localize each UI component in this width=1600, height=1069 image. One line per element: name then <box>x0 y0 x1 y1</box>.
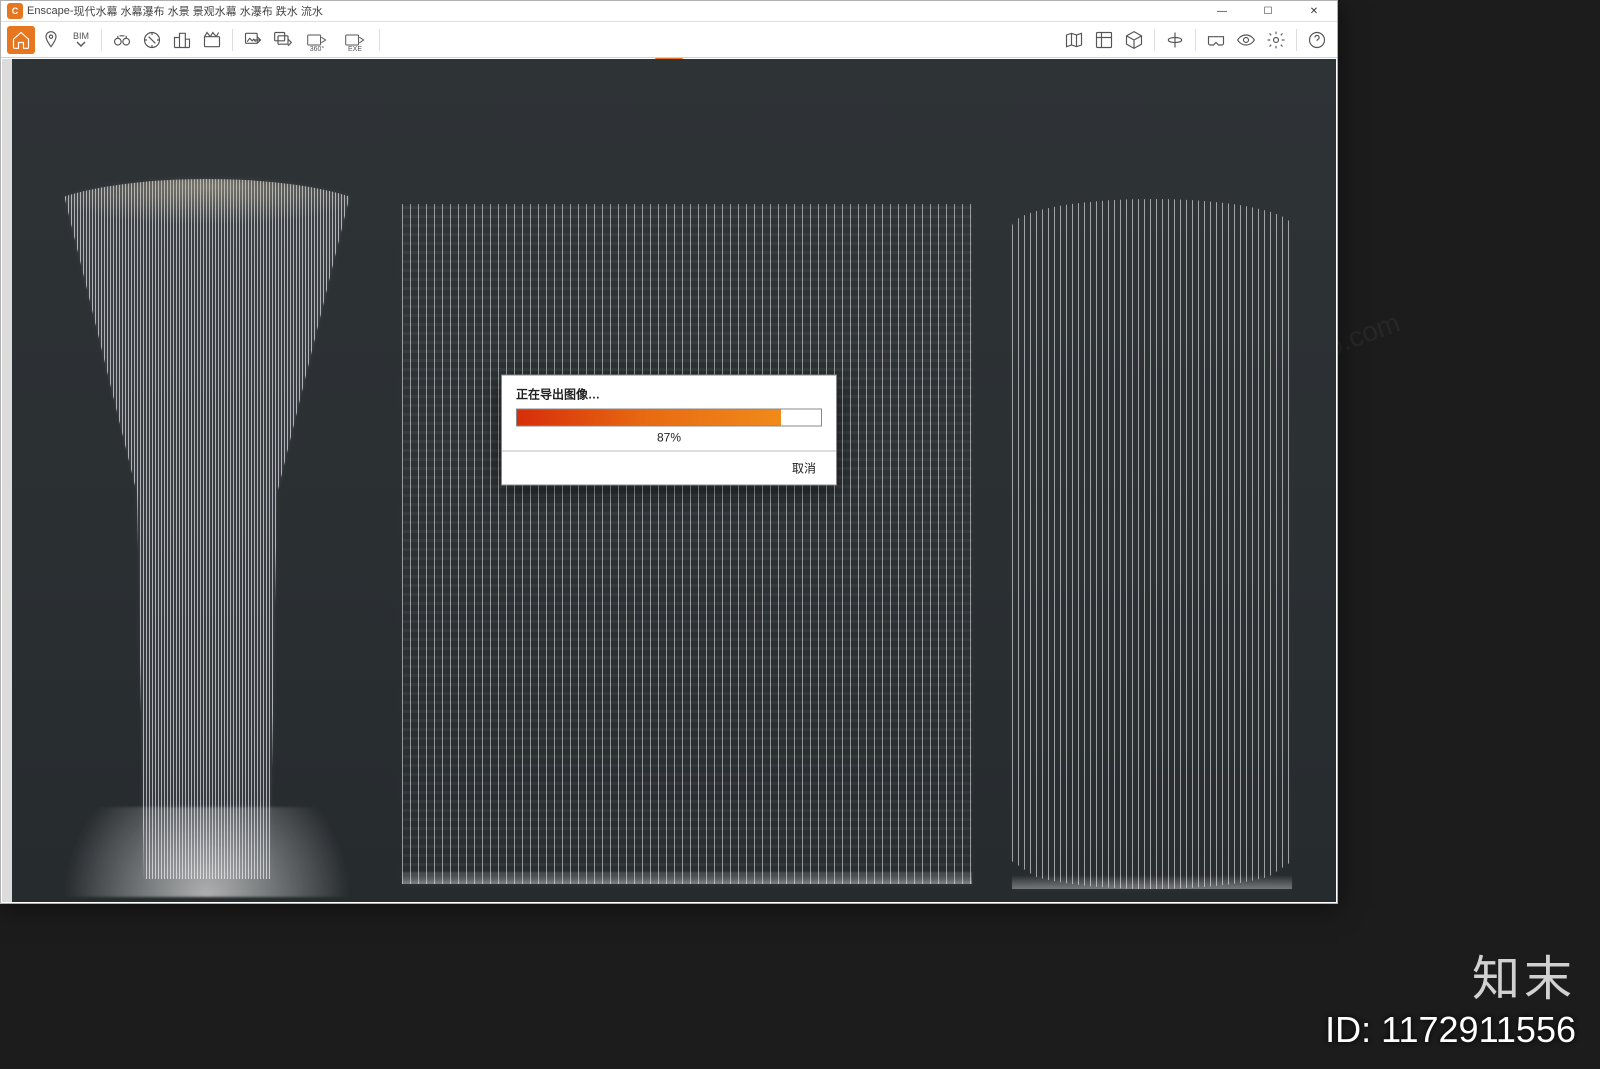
toolbar-separator <box>232 29 233 51</box>
help-button[interactable] <box>1303 26 1331 54</box>
document-title: 现代水幕 水幕瀑布 水景 景观水幕 水瀑布 跌水 流水 <box>73 3 322 19</box>
bim-label: BIM <box>73 32 89 41</box>
settings-button[interactable] <box>1262 26 1290 54</box>
waterfall-model-flat <box>402 204 972 884</box>
id-watermark: ID: 1172911556 <box>1325 1009 1576 1051</box>
binoculars-button[interactable] <box>108 26 136 54</box>
toolbar-separator <box>1296 29 1297 51</box>
dialog-title: 正在导出图像… <box>516 385 822 402</box>
batch-export-icon <box>273 30 293 50</box>
help-icon <box>1307 30 1327 50</box>
compass-icon <box>142 30 162 50</box>
home-button[interactable] <box>7 26 35 54</box>
cancel-button[interactable]: 取消 <box>786 457 822 478</box>
toolbar-separator <box>1154 29 1155 51</box>
toolbar-separator <box>101 29 102 51</box>
pano-360-label: 360° <box>310 46 324 53</box>
clapperboard-icon <box>202 30 222 50</box>
chevron-down-icon <box>76 41 86 47</box>
toolbar-separator <box>1195 29 1196 51</box>
gear-icon <box>1266 30 1286 50</box>
pano-export-button[interactable]: 360° <box>299 26 335 54</box>
export-image-button[interactable] <box>239 26 267 54</box>
eye-gear-icon <box>1236 30 1256 50</box>
brand-watermark: 知末 <box>1472 939 1576 1009</box>
app-window: C Enscape - 现代水幕 水幕瀑布 水景 景观水幕 水瀑布 跌水 流水 … <box>0 0 1338 904</box>
viewport-3d[interactable]: 正在导出图像… 87% 取消 <box>2 59 1336 902</box>
clapperboard-button[interactable] <box>198 26 226 54</box>
titlebar[interactable]: C Enscape - 现代水幕 水幕瀑布 水景 景观水幕 水瀑布 跌水 流水 … <box>1 1 1337 22</box>
export-progress-dialog: 正在导出图像… 87% 取消 <box>501 374 837 485</box>
buildings-button[interactable] <box>168 26 196 54</box>
vr-headset-icon <box>1206 30 1226 50</box>
compass-button[interactable] <box>138 26 166 54</box>
toolbar: BIM 360° <box>1 22 1337 58</box>
app-name: Enscape <box>27 5 70 17</box>
home-icon <box>11 30 31 50</box>
progress-percent: 87% <box>516 430 822 444</box>
image-export-icon <box>243 30 263 50</box>
map-icon <box>1064 30 1084 50</box>
page-background: znzmo.com znzmo.com znzmo.com znzmo.com … <box>0 0 1600 1069</box>
toolbar-separator <box>379 29 380 51</box>
progress-fill <box>517 409 781 425</box>
vr-button[interactable] <box>1202 26 1230 54</box>
bim-dropdown[interactable]: BIM <box>67 26 95 54</box>
orbit-dropdown[interactable] <box>1161 26 1189 54</box>
progress-bar <box>516 408 822 426</box>
exe-export-button[interactable]: EXE <box>337 26 373 54</box>
buildings-icon <box>172 30 192 50</box>
map-button[interactable] <box>1060 26 1088 54</box>
location-pin-button[interactable] <box>37 26 65 54</box>
cube-dropdown[interactable] <box>1120 26 1148 54</box>
asset-library-button[interactable] <box>1090 26 1118 54</box>
app-icon: C <box>7 3 23 19</box>
visual-settings-button[interactable] <box>1232 26 1260 54</box>
close-button[interactable]: ✕ <box>1291 1 1337 22</box>
batch-export-button[interactable] <box>269 26 297 54</box>
maximize-button[interactable]: ☐ <box>1245 1 1291 22</box>
orbit-icon <box>1165 30 1185 50</box>
window-controls: — ☐ ✕ <box>1199 1 1337 22</box>
viewport-left-gutter <box>2 59 12 902</box>
binoculars-icon <box>112 30 132 50</box>
minimize-button[interactable]: — <box>1199 1 1245 22</box>
location-pin-icon <box>41 30 61 50</box>
exe-label: EXE <box>348 46 362 53</box>
waterfall-model-vase <box>32 179 382 879</box>
cube-icon <box>1124 30 1144 50</box>
library-icon <box>1094 30 1114 50</box>
waterfall-model-curved <box>1012 199 1292 889</box>
